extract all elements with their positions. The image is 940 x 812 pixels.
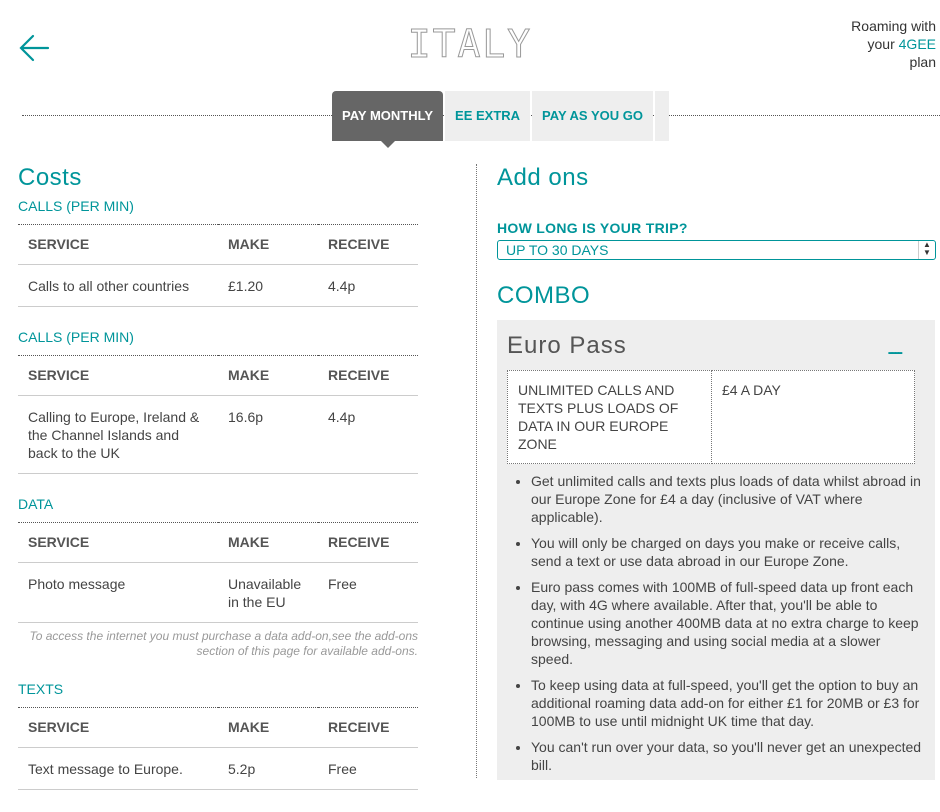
pass-price: £4 A DAY <box>711 370 915 464</box>
plan-tabs: PAY MONTHLY EE EXTRA PAY AS YOU GO <box>332 91 671 148</box>
col-receive: RECEIVE <box>318 522 418 563</box>
table-row: Photo message Unavailable in the EU Free <box>18 562 418 623</box>
receive-cell: 4.4p <box>318 264 418 307</box>
list-item: You can't run over your data, so you'll … <box>531 738 925 774</box>
rates-table: SERVICE MAKE RECEIVE Calls to all other … <box>18 224 418 307</box>
receive-cell: 4.4p <box>318 395 418 474</box>
pass-details-list: Get unlimited calls and texts plus loads… <box>507 472 925 774</box>
roaming-plan-info: Roaming with your 4GEE plan <box>851 17 936 71</box>
section-title: DATA <box>18 496 54 512</box>
addons-panel: Add ons HOW LONG IS YOUR TRIP? UP TO 30 … <box>497 164 936 780</box>
rates-table: SERVICE MAKE RECEIVE Calling to Europe, … <box>18 355 418 474</box>
pass-summary-table: UNLIMITED CALLS AND TEXTS PLUS LOADS OF … <box>507 370 915 464</box>
costs-panel: Costs CALLS (PER MIN) SERVICE MAKE RECEI… <box>18 164 418 812</box>
combo-heading: COMBO <box>497 282 591 309</box>
tab-spacer <box>654 91 669 141</box>
col-make: MAKE <box>218 522 318 563</box>
trip-length-value: UP TO 30 DAYS <box>506 242 609 258</box>
make-cell: 5.2p <box>218 747 318 790</box>
page-title: ITALY <box>407 22 533 67</box>
service-cell: Calls to all other countries <box>18 264 218 307</box>
tab-ee-extra[interactable]: EE EXTRA <box>445 91 531 141</box>
texts-section: TEXTS SERVICE MAKE RECEIVE Text message … <box>18 681 418 790</box>
card-title: Euro Pass <box>507 332 627 359</box>
roaming-line3: plan <box>909 54 936 70</box>
tab-pay-monthly[interactable]: PAY MONTHLY <box>332 91 444 148</box>
list-item: You will only be charged on days you mak… <box>531 534 925 570</box>
service-cell: Calling to Europe, Ireland & the Channel… <box>18 395 218 474</box>
collapse-toggle-icon[interactable]: ---- <box>888 344 903 362</box>
list-item: Get unlimited calls and texts plus loads… <box>531 472 925 526</box>
service-cell: Text message to Europe. <box>18 747 218 790</box>
table-row: Calling to Europe, Ireland & the Channel… <box>18 395 418 474</box>
list-item: To keep using data at full-speed, you'll… <box>531 676 925 730</box>
trip-length-label: HOW LONG IS YOUR TRIP? <box>497 220 688 236</box>
receive-cell: Free <box>318 747 418 790</box>
col-make: MAKE <box>218 707 318 748</box>
col-receive: RECEIVE <box>318 707 418 748</box>
col-service: SERVICE <box>18 707 218 748</box>
trip-length-select[interactable]: UP TO 30 DAYS ▲ ▼ <box>497 240 936 260</box>
col-make: MAKE <box>218 224 318 265</box>
section-title: CALLS (PER MIN) <box>18 329 134 345</box>
section-title: TEXTS <box>18 681 64 697</box>
table-row: Calls to all other countries £1.20 4.4p <box>18 264 418 307</box>
make-cell: £1.20 <box>218 264 318 307</box>
data-note: To access the internet you must purchase… <box>29 629 418 658</box>
col-service: SERVICE <box>18 522 218 563</box>
col-receive: RECEIVE <box>318 224 418 265</box>
col-service: SERVICE <box>18 355 218 396</box>
rates-table: SERVICE MAKE RECEIVE Photo message Unava… <box>18 522 418 623</box>
make-cell: 16.6p <box>218 395 318 474</box>
data-section: DATA SERVICE MAKE RECEIVE Photo message … <box>18 496 418 659</box>
col-service: SERVICE <box>18 224 218 265</box>
costs-heading: Costs <box>18 164 82 191</box>
receive-cell: Free <box>318 562 418 623</box>
plan-brand[interactable]: 4GEE <box>899 36 936 52</box>
service-cell: Photo message <box>18 562 218 623</box>
addons-heading: Add ons <box>497 164 589 191</box>
euro-pass-card: Euro Pass ---- UNLIMITED CALLS AND TEXTS… <box>497 320 935 780</box>
col-make: MAKE <box>218 355 318 396</box>
roaming-line2: your 4GEE <box>867 36 936 52</box>
column-divider <box>476 164 477 778</box>
pass-description: UNLIMITED CALLS AND TEXTS PLUS LOADS OF … <box>507 370 712 464</box>
section-title: CALLS (PER MIN) <box>18 198 134 214</box>
calls-section-2: CALLS (PER MIN) SERVICE MAKE RECEIVE Cal… <box>18 329 418 474</box>
list-item: Euro pass comes with 100MB of full-speed… <box>531 578 925 668</box>
tab-pay-as-you-go[interactable]: PAY AS YOU GO <box>532 91 653 141</box>
col-receive: RECEIVE <box>318 355 418 396</box>
make-cell: Unavailable in the EU <box>218 562 318 623</box>
roaming-line1: Roaming with <box>851 18 936 34</box>
select-arrows-icon: ▲ ▼ <box>918 241 935 259</box>
table-row: Text message to Europe. 5.2p Free <box>18 747 418 790</box>
calls-section-1: CALLS (PER MIN) SERVICE MAKE RECEIVE Cal… <box>18 198 418 307</box>
